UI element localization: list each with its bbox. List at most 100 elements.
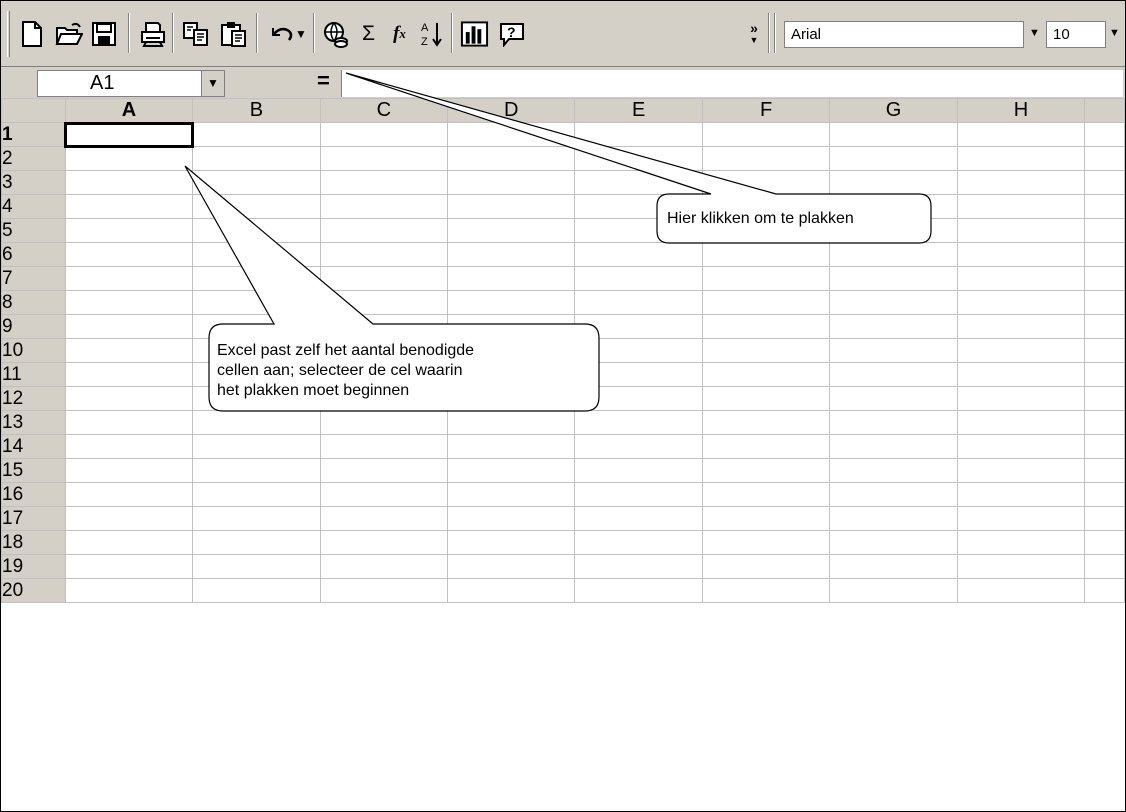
cell-c13[interactable] — [319, 410, 449, 435]
name-box[interactable]: A1 — [37, 70, 225, 97]
column-header-b[interactable]: B — [192, 98, 321, 123]
row-header-12[interactable]: 12 — [1, 386, 66, 411]
cell-f17[interactable] — [701, 506, 831, 531]
cell-h9[interactable] — [956, 314, 1086, 339]
cell-c4[interactable] — [319, 194, 449, 219]
cell-a12[interactable] — [64, 386, 194, 411]
cell-e9[interactable] — [574, 314, 703, 339]
cell-d18[interactable] — [447, 530, 576, 555]
cell-e15[interactable] — [574, 458, 703, 483]
cell-d14[interactable] — [447, 434, 576, 459]
font-size-dropdown-icon[interactable]: ▼ — [1109, 27, 1120, 39]
row-header-11[interactable]: 11 — [1, 362, 66, 387]
row-header-17[interactable]: 17 — [1, 506, 66, 531]
cell-a15[interactable] — [64, 458, 194, 483]
cell-e7[interactable] — [574, 266, 703, 291]
cell-g6[interactable] — [829, 242, 958, 267]
save-icon[interactable] — [89, 18, 118, 50]
sort-ascending-icon[interactable]: AZ — [417, 18, 446, 50]
cell-g17[interactable] — [829, 506, 958, 531]
cell-a1[interactable] — [64, 121, 194, 148]
cell-g15[interactable] — [829, 458, 958, 483]
cell-d20[interactable] — [447, 578, 576, 603]
cell-c19[interactable] — [319, 554, 449, 579]
cell-d6[interactable] — [447, 242, 576, 267]
cell-a10[interactable] — [64, 338, 194, 363]
cell-h16[interactable] — [956, 482, 1086, 507]
cell-d13[interactable] — [447, 410, 576, 435]
cell-f6[interactable] — [701, 242, 831, 267]
cell-e10[interactable] — [574, 338, 703, 363]
row-header-9[interactable]: 9 — [1, 314, 66, 339]
hyperlink-icon[interactable] — [321, 18, 350, 50]
cell-c17[interactable] — [319, 506, 449, 531]
cell-e3[interactable] — [574, 170, 703, 195]
row-header-14[interactable]: 14 — [1, 434, 66, 459]
row-header-16[interactable]: 16 — [1, 482, 66, 507]
cell-h18[interactable] — [956, 530, 1086, 555]
cell-d8[interactable] — [447, 290, 576, 315]
cell-e2[interactable] — [574, 146, 703, 171]
cell-e13[interactable] — [574, 410, 703, 435]
cell-h6[interactable] — [956, 242, 1086, 267]
cell-b18[interactable] — [192, 530, 321, 555]
row-header-20[interactable]: 20 — [1, 578, 66, 603]
cell-d17[interactable] — [447, 506, 576, 531]
cell-e19[interactable] — [574, 554, 703, 579]
cell-b9[interactable] — [192, 314, 321, 339]
cell-i10-partial[interactable] — [1084, 338, 1125, 363]
cell-h12[interactable] — [956, 386, 1086, 411]
cell-i8-partial[interactable] — [1084, 290, 1125, 315]
cell-d7[interactable] — [447, 266, 576, 291]
cell-a6[interactable] — [64, 242, 194, 267]
cell-d12[interactable] — [447, 386, 576, 411]
column-header-a[interactable]: A — [64, 98, 194, 123]
cell-b16[interactable] — [192, 482, 321, 507]
cell-a8[interactable] — [64, 290, 194, 315]
undo-dropdown-icon[interactable]: ▼ — [294, 18, 308, 50]
cell-i19-partial[interactable] — [1084, 554, 1125, 579]
cell-d11[interactable] — [447, 362, 576, 387]
copy-icon[interactable] — [181, 18, 210, 50]
cell-c5[interactable] — [319, 218, 449, 243]
cell-h5[interactable] — [956, 218, 1086, 243]
cell-b6[interactable] — [192, 242, 321, 267]
row-header-7[interactable]: 7 — [1, 266, 66, 291]
cell-d3[interactable] — [447, 170, 576, 195]
new-icon[interactable] — [17, 18, 46, 50]
row-header-6[interactable]: 6 — [1, 242, 66, 267]
name-box-dropdown-icon[interactable]: ▼ — [201, 70, 225, 97]
formula-input[interactable] — [341, 70, 1123, 97]
column-header-g[interactable]: G — [829, 98, 958, 123]
cell-b3[interactable] — [192, 170, 321, 195]
cell-g16[interactable] — [829, 482, 958, 507]
cell-g1[interactable] — [829, 122, 958, 147]
cell-h2[interactable] — [956, 146, 1086, 171]
cell-h7[interactable] — [956, 266, 1086, 291]
cell-a18[interactable] — [64, 530, 194, 555]
row-header-3[interactable]: 3 — [1, 170, 66, 195]
cell-c1[interactable] — [319, 122, 449, 147]
cell-i3-partial[interactable] — [1084, 170, 1125, 195]
cell-a9[interactable] — [64, 314, 194, 339]
cell-f18[interactable] — [701, 530, 831, 555]
cell-e6[interactable] — [574, 242, 703, 267]
cell-i14-partial[interactable] — [1084, 434, 1125, 459]
cell-b5[interactable] — [192, 218, 321, 243]
cell-f14[interactable] — [701, 434, 831, 459]
cell-g13[interactable] — [829, 410, 958, 435]
cell-i13-partial[interactable] — [1084, 410, 1125, 435]
cell-f15[interactable] — [701, 458, 831, 483]
row-header-19[interactable]: 19 — [1, 554, 66, 579]
cell-f7[interactable] — [701, 266, 831, 291]
chart-wizard-icon[interactable] — [460, 18, 489, 50]
cell-b20[interactable] — [192, 578, 321, 603]
cell-c16[interactable] — [319, 482, 449, 507]
toolbar-grip[interactable] — [7, 11, 10, 57]
cell-c9[interactable] — [319, 314, 449, 339]
cell-e16[interactable] — [574, 482, 703, 507]
cell-b2[interactable] — [192, 146, 321, 171]
cell-f3[interactable] — [701, 170, 831, 195]
cell-a11[interactable] — [64, 362, 194, 387]
cell-e1[interactable] — [574, 122, 703, 147]
